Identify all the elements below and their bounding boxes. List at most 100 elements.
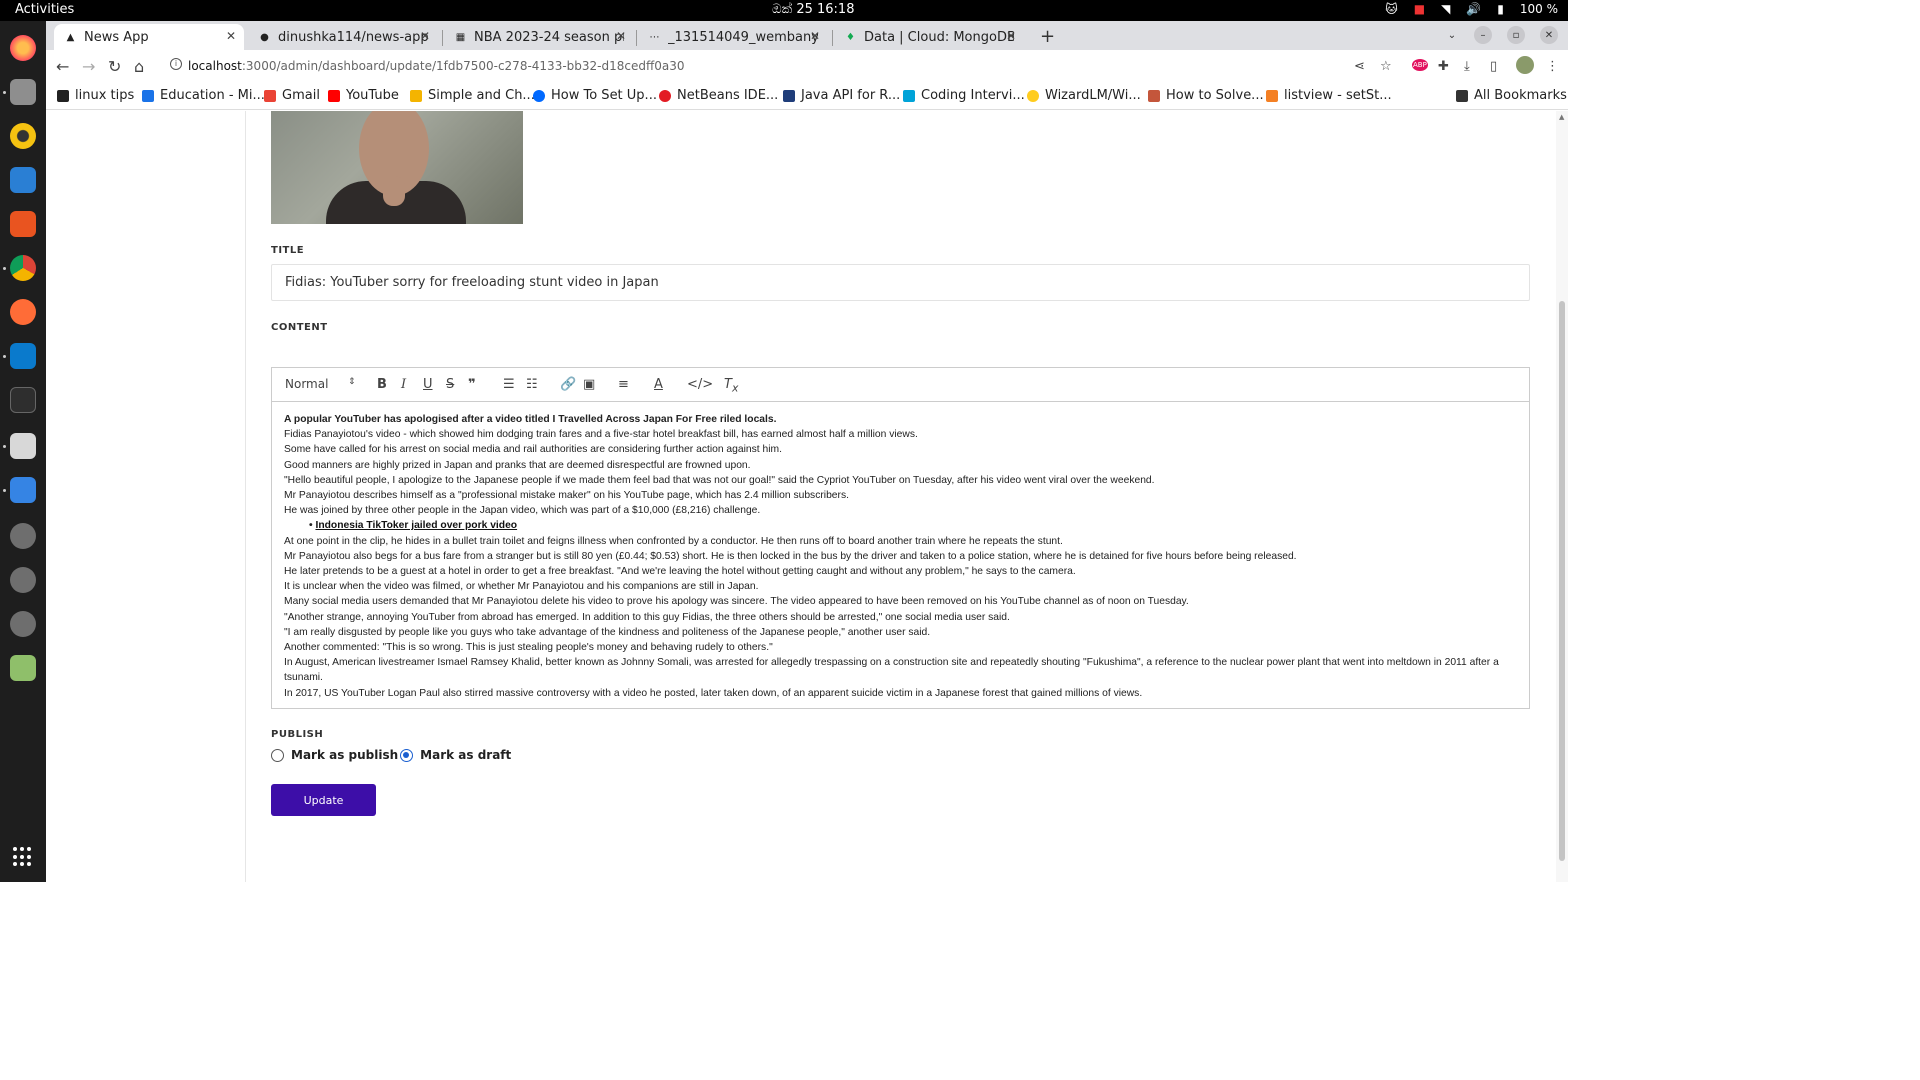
firefox-icon[interactable] (10, 35, 36, 61)
bullet-list-icon[interactable]: ☷ (526, 377, 538, 392)
bookmark-listview[interactable]: listview - setSt... (1266, 88, 1392, 103)
publish-radio[interactable] (271, 748, 284, 762)
body-paragraph: He was joined by three other people in t… (284, 505, 761, 517)
address-bar[interactable]: i localhost:3000/admin/dashboard/update/… (162, 53, 1395, 80)
bookmark-linux-tips[interactable]: linux tips (57, 88, 134, 103)
cat-icon[interactable]: 🐱 (1385, 2, 1398, 16)
page-scrollbar[interactable]: ▲ (1556, 111, 1568, 882)
site-info-icon[interactable]: i (170, 58, 182, 70)
system-clock[interactable]: ඔක් 25 16:18 (772, 2, 854, 17)
linux-icon (57, 89, 69, 102)
heading-select[interactable]: Normal ⇕ (285, 377, 356, 391)
mongodb-leaf-icon: ♦ (846, 31, 855, 43)
scroll-up-arrow-icon[interactable]: ▲ (1559, 113, 1564, 121)
software-center-icon[interactable] (10, 211, 36, 237)
code-icon[interactable]: </> (687, 377, 713, 392)
home-icon[interactable]: ⌂ (134, 57, 144, 76)
blockquote-icon[interactable]: ❞ (468, 377, 476, 392)
tab-mongodb[interactable]: ♦ Data | Cloud: MongoDB C ✕ (834, 24, 1024, 50)
close-tab-icon[interactable]: ✕ (420, 29, 430, 43)
disk-icon[interactable] (10, 523, 36, 549)
clear-format-icon[interactable]: Tx (724, 377, 738, 395)
strikethrough-icon[interactable]: S (446, 377, 454, 392)
writer-icon[interactable] (10, 167, 36, 193)
show-apps-icon[interactable] (13, 847, 33, 867)
tab-search-icon[interactable]: ⌄ (1443, 26, 1461, 44)
related-article-link[interactable]: Indonesia TikToker jailed over pork vide… (315, 520, 517, 531)
bookmark-coding-interview[interactable]: Coding Intervi... (903, 88, 1025, 103)
extensions-icon[interactable]: ✚ (1438, 59, 1449, 74)
battery-percent: 100 % (1519, 2, 1558, 16)
scrollbar-thumb[interactable] (1559, 301, 1565, 861)
adblock-icon[interactable]: ABP (1412, 59, 1428, 71)
bookmark-simple[interactable]: Simple and Ch... (410, 88, 535, 103)
body-paragraph: "I am really disgusted by people like yo… (284, 626, 931, 638)
publish-radio-label[interactable]: Mark as publish (291, 748, 398, 762)
editor-content[interactable]: A popular YouTuber has apologised after … (284, 412, 1519, 701)
download-icon[interactable]: ⤓ (1464, 59, 1470, 74)
close-window-button[interactable]: ✕ (1540, 26, 1558, 44)
battery-icon[interactable]: ▮ (1497, 2, 1504, 16)
bookmark-star-icon[interactable]: ☆ (1380, 59, 1392, 74)
image-icon[interactable]: ▣ (583, 377, 595, 392)
side-panel-icon[interactable]: ▯ (1490, 59, 1497, 74)
chrome-icon[interactable] (10, 255, 36, 281)
tab-image[interactable]: ⋯ _131514049_wembanyam ✕ (638, 24, 828, 50)
bookmark-how-to-solve[interactable]: How to Solve... (1148, 88, 1264, 103)
volume-icon[interactable]: 🔊 (1466, 2, 1481, 16)
text-color-icon[interactable]: A (654, 377, 663, 392)
disk-icon[interactable] (10, 567, 36, 593)
minimize-button[interactable]: – (1474, 26, 1492, 44)
rhythmbox-icon[interactable] (10, 123, 36, 149)
underline-icon[interactable]: U (423, 377, 433, 392)
back-icon[interactable]: ← (56, 57, 69, 76)
bookmark-how-to-set-up[interactable]: How To Set Up... (533, 88, 657, 103)
title-input[interactable] (271, 264, 1530, 301)
reload-icon[interactable]: ↻ (108, 57, 121, 76)
rich-text-editor[interactable]: Normal ⇕ B I U S ❞ ☰ ☷ 🔗 ▣ ≡ A </> Tx A p… (271, 367, 1530, 709)
files-icon[interactable] (10, 79, 36, 105)
system-tray[interactable]: 🐱 ■ ◥ 🔊 ▮ 100 % (1385, 2, 1558, 16)
bookmark-java-api[interactable]: Java API for R... (783, 88, 900, 103)
postman-icon[interactable] (10, 299, 36, 325)
link-icon[interactable]: 🔗 (560, 377, 576, 392)
align-icon[interactable]: ≡ (618, 377, 629, 392)
italic-icon[interactable]: I (401, 377, 406, 392)
maximize-button[interactable]: ▫ (1507, 26, 1525, 44)
activities-button[interactable]: Activities (15, 2, 74, 17)
close-tab-icon[interactable]: ✕ (226, 29, 236, 43)
tab-nba[interactable]: ▦ NBA 2023-24 season prev ✕ (444, 24, 634, 50)
tab-github[interactable]: ● dinushka114/news-app ✕ (248, 24, 438, 50)
screen-share-icon[interactable]: ■ (1414, 2, 1425, 16)
draft-radio-label[interactable]: Mark as draft (420, 748, 511, 762)
close-tab-icon[interactable]: ✕ (1006, 29, 1016, 43)
trash-icon[interactable] (10, 655, 36, 681)
bookmark-youtube[interactable]: YouTube (328, 88, 399, 103)
update-button[interactable]: Update (271, 784, 376, 816)
ordered-list-icon[interactable]: ☰ (503, 377, 515, 392)
close-tab-icon[interactable]: ✕ (616, 29, 626, 43)
share-icon[interactable]: ⋖ (1354, 59, 1365, 74)
url-text[interactable]: localhost:3000/admin/dashboard/update/1f… (188, 59, 685, 73)
profile-avatar[interactable] (1516, 56, 1534, 74)
wifi-icon[interactable]: ◥ (1441, 2, 1450, 16)
menu-kebab-icon[interactable]: ⋮ (1546, 59, 1559, 74)
tab-strip: ▲ News App ✕ ● dinushka114/news-app ✕ ▦ … (46, 21, 1568, 50)
vscode-icon[interactable] (10, 343, 36, 369)
bold-icon[interactable]: B (377, 377, 387, 392)
bookmark-wizardlm[interactable]: WizardLM/Wi... (1027, 88, 1141, 103)
bookmark-netbeans[interactable]: NetBeans IDE... (659, 88, 778, 103)
all-bookmarks[interactable]: All Bookmarks (1456, 88, 1567, 103)
forward-icon[interactable]: → (82, 57, 95, 76)
text-editor-icon[interactable] (10, 477, 36, 503)
bookmark-education[interactable]: Education - Mi... (142, 88, 265, 103)
document-viewer-icon[interactable] (10, 433, 36, 459)
bookmark-gmail[interactable]: Gmail (264, 88, 320, 103)
draft-radio[interactable] (400, 748, 414, 762)
close-tab-icon[interactable]: ✕ (810, 29, 820, 43)
terminal-icon[interactable] (10, 387, 36, 413)
related-link-item: • Indonesia TikToker jailed over pork vi… (309, 520, 518, 532)
tab-news-app[interactable]: ▲ News App ✕ (54, 24, 244, 50)
disk-icon[interactable] (10, 611, 36, 637)
new-tab-button[interactable]: + (1040, 26, 1055, 47)
